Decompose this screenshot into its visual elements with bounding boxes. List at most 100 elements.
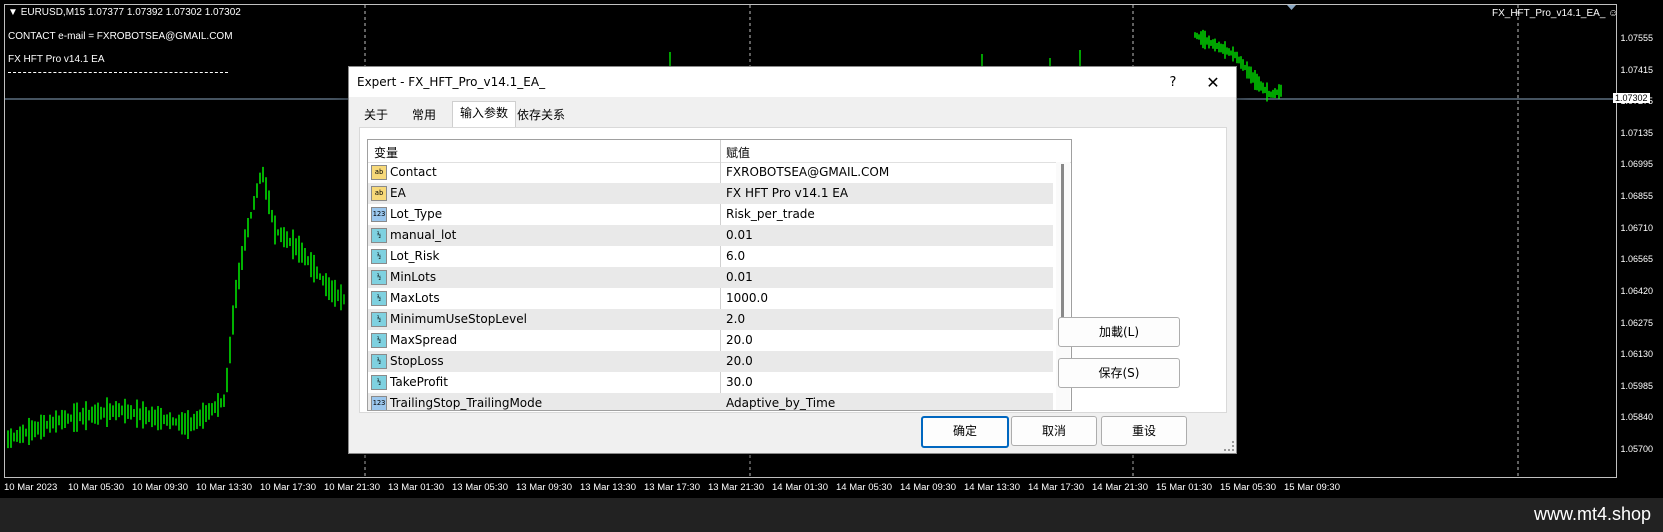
time-tick-label: 10 Mar 05:30	[68, 482, 124, 493]
double-type-icon: ½	[371, 375, 387, 390]
param-value[interactable]: FX HFT Pro v14.1 EA	[726, 186, 848, 200]
help-icon[interactable]: ?	[1161, 71, 1185, 95]
time-tick-label: 13 Mar 13:30	[580, 482, 636, 493]
time-tick-label: 14 Mar 01:30	[772, 482, 828, 493]
time-tick-label: 10 Mar 09:30	[132, 482, 188, 493]
ea-corner-label: FX_HFT_Pro_v14.1_EA_	[1492, 8, 1606, 19]
inputs-grid[interactable]: 变量 赋值 ab Contact FXROBOTSEA@GMAIL.COM ab EA F…	[367, 139, 1072, 411]
table-row[interactable]: ab EA FX HFT Pro v14.1 EA	[368, 183, 1053, 204]
param-value[interactable]: 1000.0	[726, 291, 768, 305]
comment-divider	[8, 72, 228, 73]
tab-inputs[interactable]: 输入参数	[452, 101, 517, 128]
price-tick-label: 1.06275	[1620, 317, 1653, 328]
table-row[interactable]: ½ StopLoss 20.0	[368, 351, 1053, 372]
string-type-icon: ab	[371, 165, 387, 180]
param-value[interactable]: 0.01	[726, 270, 753, 284]
close-icon[interactable]: ✕	[1201, 71, 1225, 95]
column-variable[interactable]: 变量	[374, 144, 398, 161]
param-value[interactable]: 0.01	[726, 228, 753, 242]
time-tick-label: 15 Mar 01:30	[1156, 482, 1212, 493]
table-row[interactable]: ½ manual_lot 0.01	[368, 225, 1053, 246]
param-value[interactable]: 30.0	[726, 375, 753, 389]
double-type-icon: ½	[371, 354, 387, 369]
table-row[interactable]: ½ Lot_Risk 6.0	[368, 246, 1053, 267]
ok-button[interactable]: 确定	[921, 416, 1009, 448]
time-tick-label: 14 Mar 05:30	[836, 482, 892, 493]
expert-properties-dialog: Expert - FX_HFT_Pro_v14.1_EA_ ? ✕ 关于 常用 …	[348, 66, 1237, 454]
double-type-icon: ½	[371, 312, 387, 327]
reset-button[interactable]: 重设	[1101, 416, 1187, 446]
watermark-bar: www.mt4.shop	[0, 498, 1663, 532]
price-tick-label: 1.06995	[1620, 159, 1653, 170]
time-tick-label: 13 Mar 09:30	[516, 482, 572, 493]
save-button[interactable]: 保存(S)	[1058, 358, 1180, 388]
smiley-icon[interactable]: ☺	[1608, 8, 1618, 19]
price-tick-label: 1.05985	[1620, 380, 1653, 391]
param-value[interactable]: Adaptive_by_Time	[726, 396, 835, 410]
table-row[interactable]: ½ MinimumUseStopLevel 2.0	[368, 309, 1053, 330]
price-tick-label: 1.06710	[1620, 222, 1653, 233]
price-tick-label: 1.05700	[1620, 444, 1653, 454]
time-tick-label: 13 Mar 17:30	[644, 482, 700, 493]
param-value[interactable]: 20.0	[726, 333, 753, 347]
param-name: manual_lot	[390, 228, 457, 242]
tab-common[interactable]: 常用	[405, 104, 443, 126]
param-name: EA	[390, 186, 406, 200]
time-tick-label: 10 Mar 2023	[4, 482, 58, 493]
time-tick-label: 10 Mar 17:30	[260, 482, 316, 493]
time-tick-label: 10 Mar 21:30	[324, 482, 380, 493]
param-value[interactable]: 2.0	[726, 312, 745, 326]
param-value[interactable]: 6.0	[726, 249, 745, 263]
price-tick-label: 1.07135	[1620, 127, 1653, 138]
scrollbar-thumb[interactable]	[1061, 164, 1064, 324]
table-row[interactable]: ab Contact FXROBOTSEA@GMAIL.COM	[368, 162, 1053, 183]
param-name: MaxSpread	[390, 333, 458, 347]
time-tick-label: 15 Mar 09:30	[1284, 482, 1340, 493]
double-type-icon: ½	[371, 249, 387, 264]
double-type-icon: ½	[371, 333, 387, 348]
param-name: MaxLots	[390, 291, 440, 305]
tab-dependencies[interactable]: 依存关系	[510, 104, 572, 126]
table-row[interactable]: ½ MaxSpread 20.0	[368, 330, 1053, 351]
column-value[interactable]: 赋值	[726, 144, 750, 161]
enum-type-icon: 123	[371, 207, 387, 222]
param-name: Contact	[390, 165, 437, 179]
time-tick-label: 14 Mar 21:30	[1092, 482, 1148, 493]
price-tick-label: 1.07415	[1620, 64, 1653, 75]
dialog-title: Expert - FX_HFT_Pro_v14.1_EA_	[357, 75, 546, 89]
param-name: MinLots	[390, 270, 437, 284]
param-value[interactable]: 20.0	[726, 354, 753, 368]
param-value[interactable]: FXROBOTSEA@GMAIL.COM	[726, 165, 889, 179]
current-price-label: 1.07302	[1613, 93, 1650, 103]
table-row[interactable]: ½ MinLots 0.01	[368, 267, 1053, 288]
table-row[interactable]: 123 Lot_Type Risk_per_trade	[368, 204, 1053, 225]
price-tick-label: 1.05840	[1620, 412, 1653, 423]
tab-about[interactable]: 关于	[357, 104, 395, 126]
price-tick-label: 1.06130	[1620, 349, 1653, 360]
enum-type-icon: 123	[371, 396, 387, 410]
price-tick-label: 1.07555	[1620, 33, 1653, 43]
double-type-icon: ½	[371, 228, 387, 243]
symbol-info: EURUSD,M15 1.07377 1.07392 1.07302 1.073…	[20, 7, 241, 18]
price-tick-label: 1.06855	[1620, 191, 1653, 202]
table-row[interactable]: 123 TrailingStop_TrailingMode Adaptive_by_…	[368, 393, 1053, 410]
table-row[interactable]: ½ TakeProfit 30.0	[368, 372, 1053, 393]
table-row[interactable]: ½ MaxLots 1000.0	[368, 288, 1053, 309]
double-type-icon: ½	[371, 291, 387, 306]
ea-name-corner: FX_HFT_Pro_v14.1_EA_ ☺	[1492, 8, 1618, 19]
dialog-titlebar[interactable]: Expert - FX_HFT_Pro_v14.1_EA_ ? ✕	[349, 67, 1236, 97]
resize-grip[interactable]	[1224, 441, 1234, 451]
contact-comment: CONTACT e-mail = FXROBOTSEA@GMAIL.COM	[8, 31, 233, 42]
watermark: www.mt4.shop	[1533, 504, 1651, 524]
param-value[interactable]: Risk_per_trade	[726, 207, 815, 221]
load-button[interactable]: 加載(L)	[1058, 317, 1180, 347]
time-tick-label: 13 Mar 05:30	[452, 482, 508, 493]
price-tick-label: 1.06420	[1620, 285, 1653, 296]
cancel-button[interactable]: 取消	[1011, 416, 1097, 446]
time-tick-label: 14 Mar 09:30	[900, 482, 956, 493]
time-tick-label: 15 Mar 05:30	[1220, 482, 1276, 493]
time-tick-label: 14 Mar 13:30	[964, 482, 1020, 493]
chart-menu-arrow-icon[interactable]: ▼	[8, 7, 18, 18]
param-name: MinimumUseStopLevel	[390, 312, 527, 326]
string-type-icon: ab	[371, 186, 387, 201]
